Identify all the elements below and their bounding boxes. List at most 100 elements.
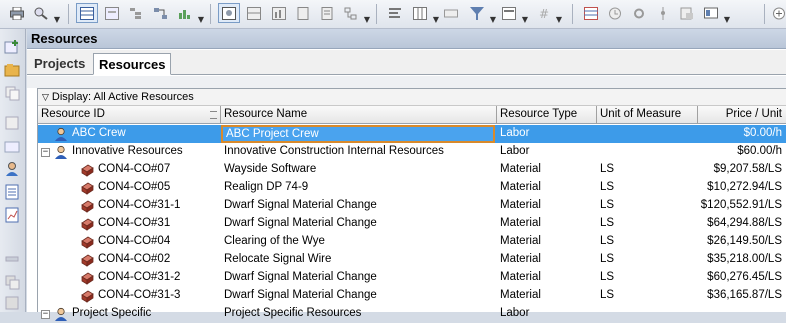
list-icon[interactable] — [4, 184, 21, 200]
wbs-icon[interactable] — [125, 3, 147, 23]
cell-unit-of-measure[interactable]: LS — [597, 197, 698, 215]
align-icon[interactable] — [384, 3, 406, 23]
cell-unit-of-measure[interactable]: LS — [597, 287, 698, 305]
cell-resource-type[interactable]: Material — [497, 179, 597, 197]
cell-resource-id[interactable]: ABC Crew — [38, 125, 221, 143]
tab-projects[interactable]: Projects — [29, 53, 90, 75]
cell-unit-of-measure[interactable]: LS — [597, 215, 698, 233]
cell-price-per-unit[interactable]: $35,218.00/LS — [698, 251, 786, 269]
cell-resource-name[interactable]: Relocate Signal Wire — [221, 251, 497, 269]
table-icon-2[interactable] — [243, 3, 265, 23]
tab-resources[interactable]: Resources — [93, 53, 172, 75]
cell-unit-of-measure[interactable]: LS — [597, 233, 698, 251]
open-folder-icon[interactable] — [4, 62, 21, 78]
table-row[interactable]: CON4-CO#31-3 Dwarf Signal Material Change… — [38, 287, 786, 305]
cell-price-per-unit[interactable]: $60.00/h — [698, 143, 786, 161]
cell-resource-name[interactable]: Dwarf Signal Material Change — [221, 215, 497, 233]
cell-price-per-unit[interactable] — [698, 305, 786, 323]
resource-view-icon[interactable]: ▼ — [174, 3, 204, 24]
cell-resource-type[interactable]: Labor — [497, 125, 597, 143]
cell-unit-of-measure[interactable] — [597, 305, 698, 323]
cell-resource-id[interactable]: CON4-CO#31 — [38, 215, 221, 233]
cell-resource-name[interactable]: Wayside Software — [221, 161, 497, 179]
cell-unit-of-measure[interactable]: LS — [597, 251, 698, 269]
link-icon[interactable]: ▼ — [340, 3, 370, 24]
layout-icon[interactable] — [76, 3, 98, 23]
network-icon[interactable] — [150, 3, 172, 23]
hash-icon[interactable]: # ▼ — [532, 3, 562, 24]
cell-resource-name[interactable]: Dwarf Signal Material Change — [221, 269, 497, 287]
bars-icon[interactable] — [440, 3, 462, 23]
columns-icon[interactable]: ▼ — [409, 3, 439, 24]
add-icon[interactable] — [768, 3, 786, 23]
group-band[interactable]: ▽ Display: All Active Resources — [38, 89, 786, 106]
paste-icon[interactable] — [4, 115, 21, 131]
print-preview-icon[interactable]: ▼ — [30, 3, 60, 24]
screen-icon[interactable]: ▼ — [700, 3, 730, 24]
resources-active-icon[interactable] — [218, 3, 240, 23]
cell-price-per-unit[interactable]: $9,207.58/LS — [698, 161, 786, 179]
cell-resource-type[interactable]: Material — [497, 233, 597, 251]
table-row[interactable]: CON4-CO#04 Clearing of the Wye Material LS $… — [38, 233, 786, 251]
cell-unit-of-measure[interactable] — [597, 143, 698, 161]
cell-resource-type[interactable]: Material — [497, 161, 597, 179]
cell-resource-id[interactable]: − Project Specific — [38, 305, 221, 323]
cell-resource-name[interactable]: ABC Project Crew — [221, 125, 495, 143]
cell-resource-name[interactable]: Dwarf Signal Material Change — [221, 197, 497, 215]
properties-icon[interactable] — [4, 295, 21, 311]
table-row[interactable]: CON4-CO#07 Wayside Software Material LS $9,2… — [38, 161, 786, 179]
cell-price-per-unit[interactable]: $120,552.91/LS — [698, 197, 786, 215]
cell-resource-name[interactable]: Realign DP 74-9 — [221, 179, 497, 197]
table-row[interactable]: CON4-CO#31-1 Dwarf Signal Material Change… — [38, 197, 786, 215]
cell-resource-type[interactable]: Material — [497, 269, 597, 287]
chart-icon[interactable] — [268, 3, 290, 23]
cell-resource-id[interactable]: CON4-CO#31-2 — [38, 269, 221, 287]
pin-icon[interactable] — [652, 3, 674, 23]
table-row[interactable]: − Project Specific Project Specific Resour… — [38, 305, 786, 323]
column-header-resource-id[interactable]: Resource ID — [38, 106, 221, 124]
cell-unit-of-measure[interactable] — [597, 125, 698, 143]
cell-price-per-unit[interactable]: $26,149.50/LS — [698, 233, 786, 251]
folder-icon[interactable] — [4, 138, 21, 154]
cell-unit-of-measure[interactable]: LS — [597, 269, 698, 287]
cell-resource-id[interactable]: CON4-CO#02 — [38, 251, 221, 269]
column-header-resource-type[interactable]: Resource Type — [497, 106, 597, 124]
doc-icon[interactable] — [292, 3, 314, 23]
group-icon[interactable]: ▼ — [498, 3, 528, 24]
collapse-caret-icon[interactable]: ▽ — [42, 93, 49, 103]
collapse-toggle-icon[interactable]: − — [41, 148, 50, 157]
cell-unit-of-measure[interactable]: LS — [597, 179, 698, 197]
cell-price-per-unit[interactable]: $60,276.45/LS — [698, 269, 786, 287]
cell-resource-type[interactable]: Labor — [497, 305, 597, 323]
cell-resource-id[interactable]: CON4-CO#05 — [38, 179, 221, 197]
cell-price-per-unit[interactable]: $64,294.88/LS — [698, 215, 786, 233]
table-row[interactable]: CON4-CO#31 Dwarf Signal Material Change Ma… — [38, 215, 786, 233]
table-row[interactable]: CON4-CO#31-2 Dwarf Signal Material Change… — [38, 269, 786, 287]
table-row[interactable]: ABC Crew ABC Project Crew Labor $0.00/h — [38, 125, 786, 143]
chart-view-icon[interactable] — [4, 207, 21, 223]
user-icon[interactable] — [4, 161, 21, 177]
cell-resource-name[interactable]: Innovative Construction Internal Resourc… — [221, 143, 497, 161]
clock-icon[interactable] — [604, 3, 626, 23]
add-resource-icon[interactable] — [4, 39, 21, 55]
minus-icon[interactable] — [4, 251, 21, 267]
collapse-toggle-icon[interactable]: − — [41, 310, 50, 319]
cell-resource-type[interactable]: Labor — [497, 143, 597, 161]
column-header-resource-name[interactable]: Resource Name — [221, 106, 497, 124]
cell-unit-of-measure[interactable]: LS — [597, 161, 698, 179]
stack-icon[interactable] — [4, 274, 21, 290]
report-icon[interactable] — [316, 3, 338, 23]
printer-icon[interactable] — [6, 3, 28, 23]
cell-resource-name[interactable]: Dwarf Signal Material Change — [221, 287, 497, 305]
cell-resource-type[interactable]: Material — [497, 215, 597, 233]
cell-resource-type[interactable]: Material — [497, 251, 597, 269]
cell-price-per-unit[interactable]: $10,272.94/LS — [698, 179, 786, 197]
grid-icon[interactable] — [580, 3, 602, 23]
cell-price-per-unit[interactable]: $0.00/h — [698, 125, 786, 143]
table-row[interactable]: − Innovative Resources Innovative Construc… — [38, 143, 786, 161]
filter-icon[interactable]: ▼ — [466, 3, 496, 24]
cell-price-per-unit[interactable]: $36,165.87/LS — [698, 287, 786, 305]
cell-resource-id[interactable]: CON4-CO#31-3 — [38, 287, 221, 305]
cell-resource-id[interactable]: CON4-CO#04 — [38, 233, 221, 251]
table-row[interactable]: CON4-CO#05 Realign DP 74-9 Material LS $10,2… — [38, 179, 786, 197]
